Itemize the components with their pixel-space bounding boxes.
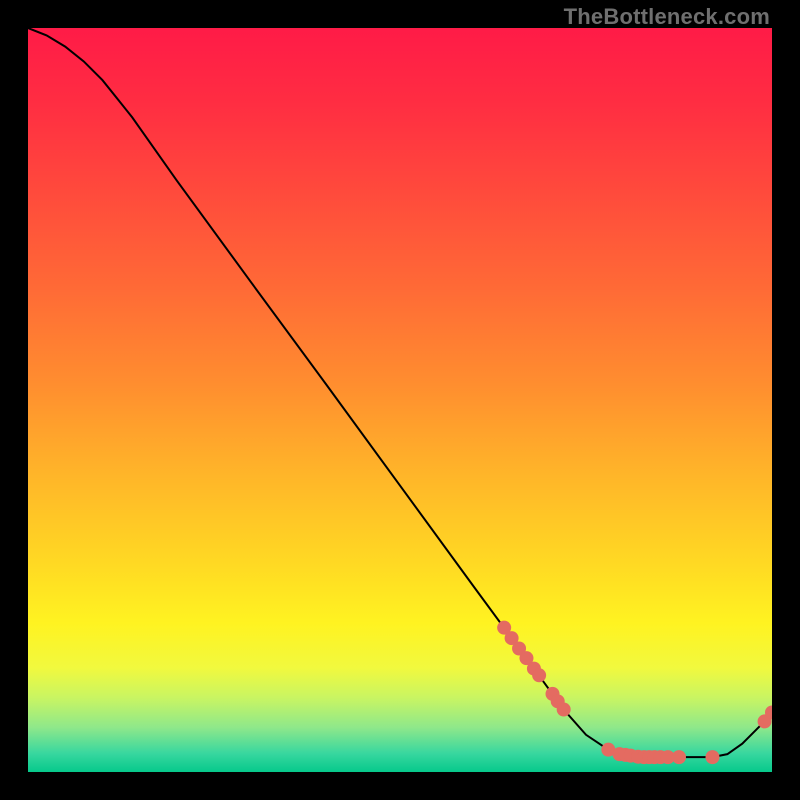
watermark-text: TheBottleneck.com [564, 4, 770, 30]
gradient-background [28, 28, 772, 772]
chart-container: TheBottleneck.com [0, 0, 800, 800]
data-marker [705, 750, 719, 764]
data-marker [672, 750, 686, 764]
bottleneck-chart [28, 28, 772, 772]
data-marker [557, 703, 571, 717]
data-marker [532, 668, 546, 682]
